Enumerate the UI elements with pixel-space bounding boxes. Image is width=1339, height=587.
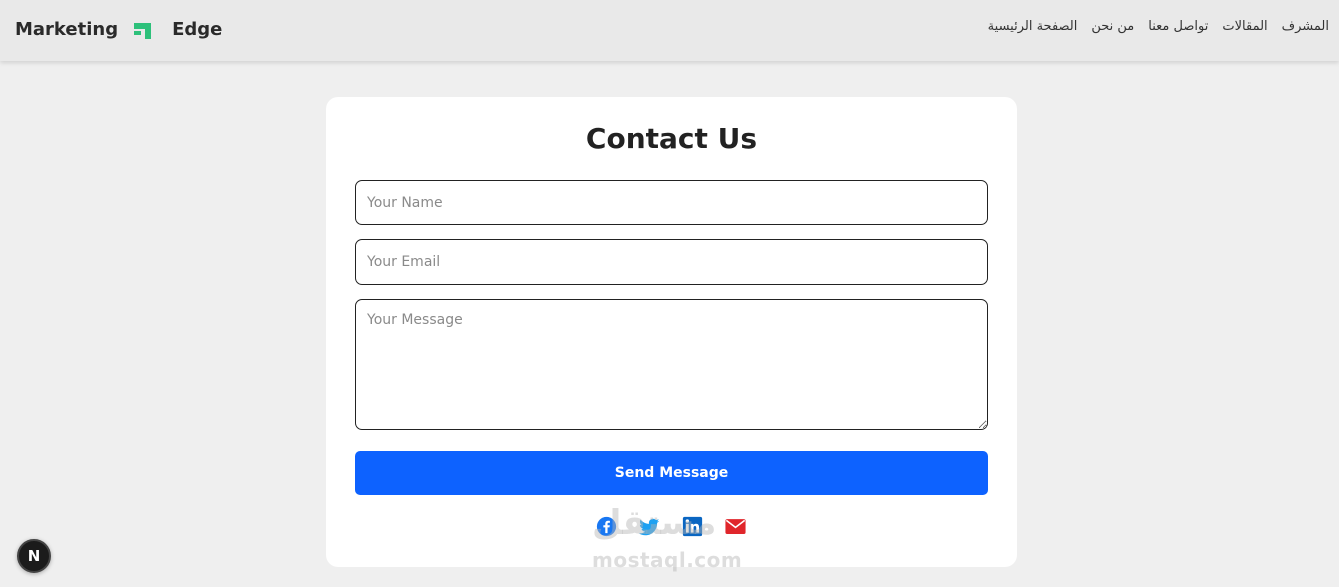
nav-link-about[interactable]: من نحن xyxy=(1091,19,1134,34)
name-input[interactable] xyxy=(355,180,988,225)
email-input[interactable] xyxy=(355,239,988,285)
nav-link-contact[interactable]: تواصل معنا xyxy=(1148,19,1208,34)
brand[interactable]: Marketing Edge xyxy=(15,17,222,41)
page-title: Contact Us xyxy=(585,122,758,155)
nav-links: الصفحة الرئيسية من نحن تواصل معنا المقال… xyxy=(988,19,1329,34)
brand-text-marketing: Marketing xyxy=(15,18,119,40)
nav-link-articles[interactable]: المقالات xyxy=(1222,19,1267,34)
linkedin-icon[interactable] xyxy=(682,516,703,537)
send-message-button[interactable]: Send Message xyxy=(355,451,988,495)
nav-link-admin[interactable]: المشرف xyxy=(1282,19,1329,34)
nav-link-home[interactable]: الصفحة الرئيسية xyxy=(988,19,1078,34)
nextjs-badge-label: N xyxy=(27,547,41,565)
brand-text-edge: Edge xyxy=(172,18,223,40)
envelope-icon[interactable] xyxy=(725,516,746,537)
social-links xyxy=(596,516,746,537)
contact-card: Contact Us Send Message xyxy=(326,97,1017,567)
navbar: Marketing Edge الصفحة الرئيسية من نحن تو… xyxy=(0,0,1339,61)
nextjs-dev-badge[interactable]: N xyxy=(17,539,51,573)
arrow-logo-icon xyxy=(131,17,157,41)
facebook-icon[interactable] xyxy=(596,516,617,537)
message-textarea[interactable] xyxy=(355,299,988,430)
twitter-icon[interactable] xyxy=(639,516,660,537)
